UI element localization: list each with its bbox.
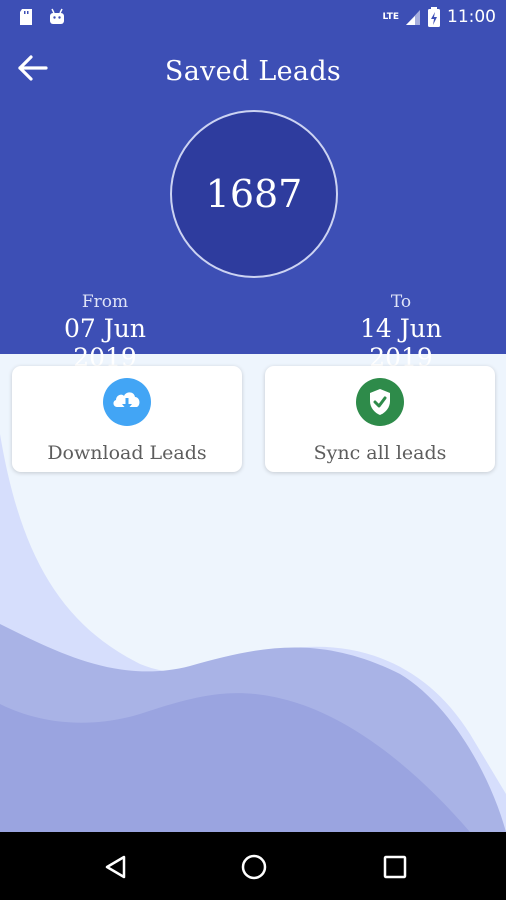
download-leads-label: Download Leads	[47, 442, 207, 464]
status-time: 11:00	[447, 7, 496, 27]
android-icon	[50, 8, 64, 24]
nav-home-button[interactable]	[239, 852, 269, 882]
signal-icon	[406, 10, 420, 25]
network-type-label: LTE	[382, 12, 399, 22]
home-circle-icon	[241, 854, 267, 880]
back-triangle-icon	[105, 855, 126, 879]
to-label: To	[390, 292, 412, 312]
recents-square-icon	[383, 855, 407, 879]
from-label: From	[81, 292, 129, 312]
nav-recents-button[interactable]	[380, 852, 410, 882]
page-title: Saved Leads	[164, 56, 342, 87]
shield-check-icon	[356, 378, 404, 426]
lead-count-circle: 1687	[170, 110, 338, 278]
download-leads-button[interactable]: Download Leads	[12, 366, 242, 472]
lead-count: 1687	[205, 172, 303, 216]
battery-icon	[428, 7, 440, 27]
header: Saved Leads 1687 From 07 Jun 2019 To 14 …	[0, 36, 506, 372]
sync-leads-label: Sync all leads	[313, 442, 447, 464]
system-nav-bar	[0, 832, 506, 900]
sd-card-icon	[20, 9, 32, 25]
cloud-download-icon	[103, 378, 151, 426]
sync-leads-button[interactable]: Sync all leads	[265, 366, 495, 472]
nav-back-button[interactable]	[100, 852, 130, 882]
status-bar: LTE 11:00	[0, 0, 506, 36]
